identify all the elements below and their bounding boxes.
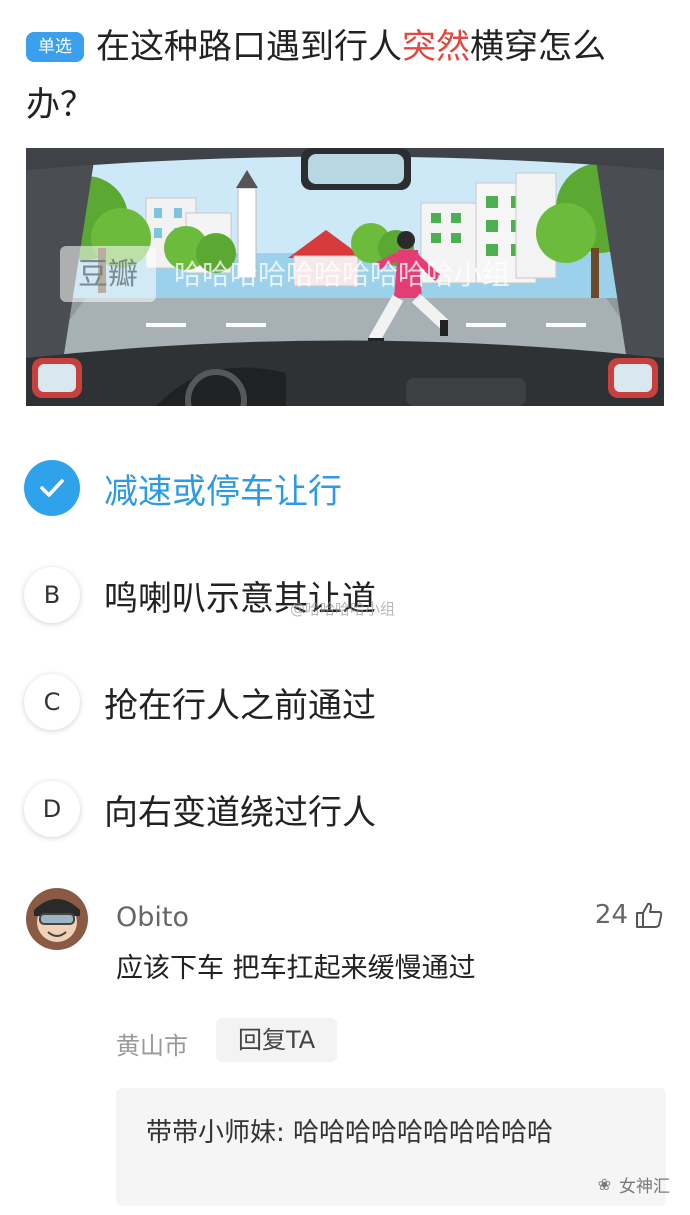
comment-location: 黄山市 — [116, 1032, 188, 1060]
question-highlight: 突然 — [402, 27, 470, 67]
question-text-start: 在这种路口遇到行人 — [96, 27, 402, 67]
wechat-icon: ❀ — [597, 1175, 611, 1194]
comment-username[interactable]: Obito — [116, 902, 189, 933]
avatar[interactable] — [26, 888, 88, 950]
option-b[interactable]: B 鸣喇叭示意其让道 — [24, 560, 664, 630]
weibo-watermark: @哈哈哈哈小组 — [290, 600, 396, 618]
comment-text: 应该下车 把车扛起来缓慢通过 — [116, 953, 476, 984]
option-d[interactable]: D 向右变道绕过行人 — [24, 774, 664, 844]
option-d-key: D — [24, 781, 80, 837]
douban-watermark-logo: 豆瓣 — [78, 257, 138, 292]
group-watermark-text: 哈哈哈哈哈哈哈哈哈哈小组 — [174, 258, 510, 291]
bottom-watermark-text: 女神汇 — [619, 1177, 670, 1197]
like-button[interactable]: 24 — [595, 900, 664, 930]
single-choice-tag: 单选 — [26, 32, 84, 62]
like-count: 24 — [594, 900, 628, 930]
option-a[interactable]: 减速或停车让行 — [24, 453, 664, 523]
option-b-key: B — [24, 567, 80, 623]
selected-check-icon — [24, 460, 80, 516]
question-title: 单选 在这种路口遇到行人突然横穿怎么办？ — [26, 18, 666, 134]
bottom-watermark: ❀ 女神汇 — [598, 1172, 670, 1197]
question-illustration: 豆瓣 哈哈哈哈哈哈哈哈哈哈小组 — [26, 148, 664, 406]
option-d-text: 向右变道绕过行人 — [104, 792, 376, 833]
sub-reply[interactable]: 带带小师妹: 哈哈哈哈哈哈哈哈哈哈 — [116, 1088, 666, 1206]
option-c[interactable]: C 抢在行人之前通过 — [24, 667, 664, 737]
option-a-text: 减速或停车让行 — [104, 471, 342, 512]
thumbs-up-icon — [636, 902, 663, 928]
option-c-text: 抢在行人之前通过 — [104, 685, 376, 726]
reply-button[interactable]: 回复TA — [216, 1018, 338, 1062]
option-c-key: C — [24, 674, 80, 730]
